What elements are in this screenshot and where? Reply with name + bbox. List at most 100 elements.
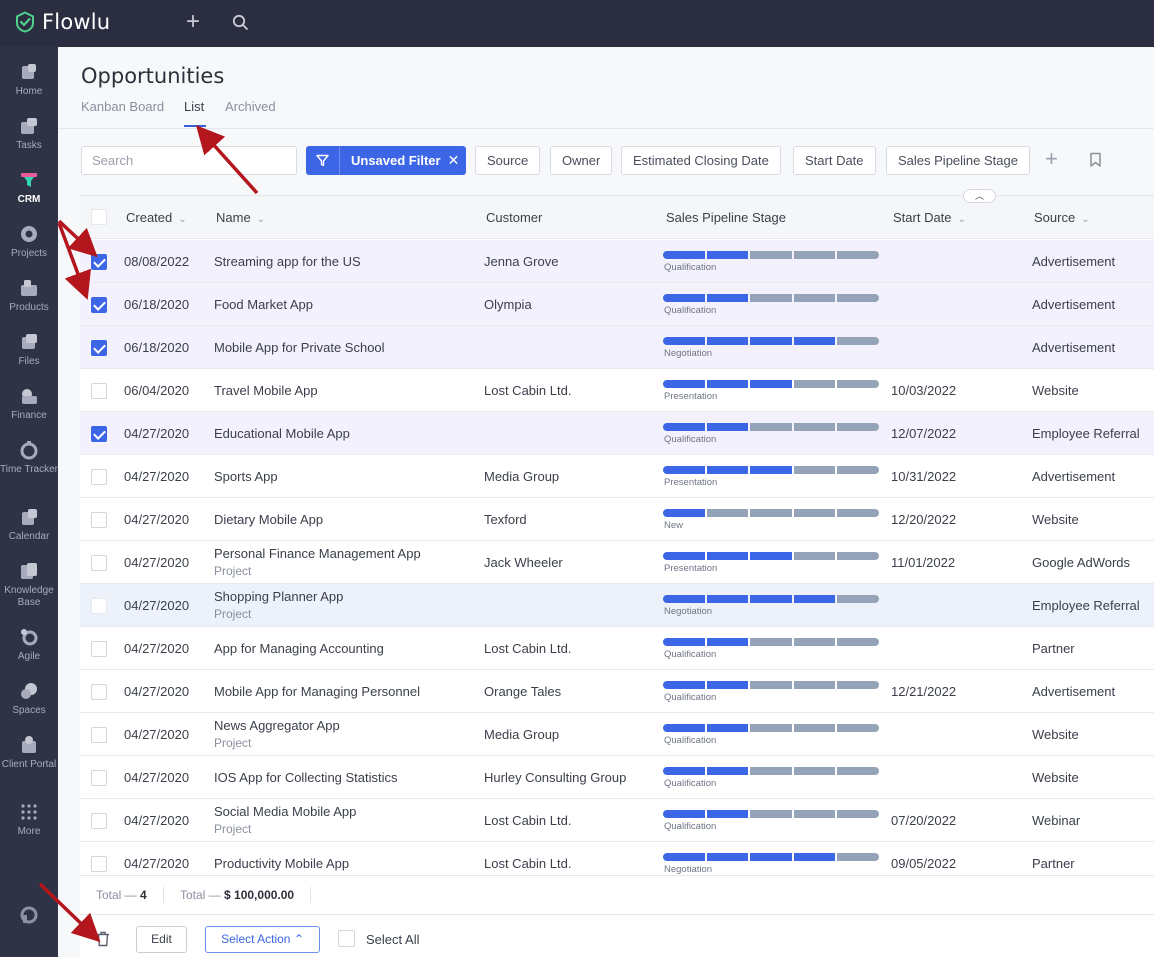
opportunity-name-text: Streaming app for the US: [214, 254, 361, 269]
tab-list[interactable]: List: [184, 99, 204, 114]
row-checkbox[interactable]: [91, 340, 107, 356]
pipeline-stage-label: Presentation: [664, 477, 718, 488]
column-created[interactable]: Created ⌄: [126, 210, 187, 225]
table-header: Created ⌄ Name ⌄ Customer Sales Pipeline S…: [80, 196, 1154, 239]
trash-icon[interactable]: [96, 931, 110, 947]
row-checkbox[interactable]: [91, 727, 107, 743]
sidebar-item-calendar[interactable]: Calendar: [0, 507, 58, 543]
column-sales-pipeline-stage[interactable]: Sales Pipeline Stage: [666, 210, 786, 225]
pipeline-segment: [793, 294, 836, 302]
column-start-date[interactable]: Start Date ⌄: [893, 210, 966, 225]
opportunity-name[interactable]: App for Managing Accounting: [214, 641, 384, 656]
pipeline-segment: [837, 380, 879, 388]
opportunity-name[interactable]: Streaming app for the US: [214, 254, 361, 269]
pipeline-stage-label: New: [664, 520, 684, 531]
row-checkbox[interactable]: [91, 813, 107, 829]
row-checkbox[interactable]: [91, 469, 107, 485]
table-row[interactable]: 08/08/2022 Streaming app for the US Jenna …: [80, 240, 1154, 283]
table-row[interactable]: 06/18/2020 Mobile App for Private School N…: [80, 326, 1154, 369]
opportunity-name[interactable]: IOS App for Collecting Statistics: [214, 770, 398, 785]
opportunity-name[interactable]: Shopping Planner App Project: [214, 589, 343, 621]
row-checkbox[interactable]: [91, 684, 107, 700]
row-checkbox[interactable]: [91, 297, 107, 313]
opportunity-name[interactable]: Dietary Mobile App: [214, 512, 323, 527]
sidebar-item-more[interactable]: More: [0, 802, 58, 838]
opportunity-name[interactable]: Productivity Mobile App: [214, 856, 349, 871]
select-action-dropdown[interactable]: Select Action ⌃: [205, 926, 320, 953]
row-checkbox[interactable]: [91, 770, 107, 786]
opportunity-name[interactable]: News Aggregator App Project: [214, 718, 340, 750]
sidebar-item-projects[interactable]: Projects: [0, 224, 58, 260]
column-customer[interactable]: Customer: [486, 210, 542, 225]
sidebar-item-home[interactable]: Home: [0, 62, 58, 98]
select-all-rows-checkbox[interactable]: [91, 209, 107, 225]
opportunity-name[interactable]: Social Media Mobile App Project: [214, 804, 356, 836]
table-row[interactable]: 04/27/2020 Mobile App for Managing Person…: [80, 670, 1154, 713]
sidebar-item-crm[interactable]: CRM: [0, 170, 58, 206]
table-row[interactable]: 04/27/2020 Social Media Mobile App Project…: [80, 799, 1154, 842]
sidebar-help[interactable]: [0, 905, 58, 929]
column-name[interactable]: Name ⌄: [216, 210, 265, 225]
row-checkbox[interactable]: [91, 641, 107, 657]
table-row[interactable]: 04/27/2020 Shopping Planner App Project Neg…: [80, 584, 1154, 627]
filter-chip-owner[interactable]: Owner: [550, 146, 613, 175]
table-row[interactable]: 04/27/2020 Dietary Mobile App Texford New 12…: [80, 498, 1154, 541]
opportunity-name[interactable]: Food Market App: [214, 297, 313, 312]
table-row[interactable]: 04/27/2020 IOS App for Collecting Statist…: [80, 756, 1154, 799]
table-row[interactable]: 04/27/2020 Productivity Mobile App Lost Ca…: [80, 842, 1154, 875]
filter-chip-sales-pipeline-stage[interactable]: Sales Pipeline Stage: [886, 146, 1030, 175]
pipeline-segment: [837, 552, 879, 560]
search-input[interactable]: Search: [81, 146, 297, 175]
row-checkbox[interactable]: [91, 254, 107, 270]
sidebar-item-finance[interactable]: Finance: [0, 386, 58, 422]
total-count: Total — 4: [96, 888, 147, 902]
table-row[interactable]: 04/27/2020 News Aggregator App Project Medi…: [80, 713, 1154, 756]
sidebar-item-client-portal[interactable]: Client Portal: [0, 735, 58, 771]
row-checkbox[interactable]: [91, 598, 107, 614]
column-source[interactable]: Source ⌄: [1034, 210, 1090, 225]
opportunity-name[interactable]: Mobile App for Managing Personnel: [214, 684, 420, 699]
table-row[interactable]: 06/04/2020 Travel Mobile App Lost Cabin Lt…: [80, 369, 1154, 412]
filter-chip-start-date[interactable]: Start Date: [793, 146, 876, 175]
create-plus-icon[interactable]: +: [186, 10, 200, 34]
select-all-label[interactable]: Select All: [366, 932, 419, 947]
app-logo[interactable]: Flowlu: [14, 10, 110, 34]
search-icon[interactable]: [232, 14, 249, 31]
pipeline-segment: [837, 466, 879, 474]
sidebar-item-spaces[interactable]: Spaces: [0, 681, 58, 717]
unsaved-filter-button[interactable]: Unsaved Filter ✕: [306, 146, 466, 175]
table-row[interactable]: 04/27/2020 Educational Mobile App Qualific…: [80, 412, 1154, 455]
sidebar-item-label: Calendar: [8, 531, 50, 542]
sidebar-item-time-tracker[interactable]: Time Tracker: [0, 440, 58, 476]
tab-archived[interactable]: Archived: [225, 99, 276, 114]
edit-button[interactable]: Edit: [136, 926, 187, 953]
opportunity-name[interactable]: Personal Finance Management App Project: [214, 546, 421, 578]
filter-chip-estimated-closing-date[interactable]: Estimated Closing Date: [621, 146, 781, 175]
select-all-checkbox[interactable]: [338, 930, 355, 947]
row-checkbox[interactable]: [91, 383, 107, 399]
row-checkbox[interactable]: [91, 856, 107, 872]
sidebar-item-tasks[interactable]: Tasks: [0, 116, 58, 152]
table-row[interactable]: 06/18/2020 Food Market App Olympia Qualific…: [80, 283, 1154, 326]
table-row[interactable]: 04/27/2020 Personal Finance Management Ap…: [80, 541, 1154, 584]
sidebar-item-files[interactable]: Files: [0, 332, 58, 368]
clear-filter-close-icon[interactable]: ✕: [448, 152, 460, 169]
filter-chip-source[interactable]: Source: [475, 146, 541, 175]
sidebar-item-products[interactable]: Products: [0, 278, 58, 314]
collapse-toggle[interactable]: ︿: [963, 189, 996, 203]
add-filter-plus-icon[interactable]: +: [1045, 148, 1058, 170]
opportunity-name[interactable]: Sports App: [214, 469, 278, 484]
table-row[interactable]: 04/27/2020 Sports App Media Group Presentat…: [80, 455, 1154, 498]
table-row[interactable]: 04/27/2020 App for Managing Accounting Los…: [80, 627, 1154, 670]
opportunity-name[interactable]: Mobile App for Private School: [214, 340, 385, 355]
opportunity-name[interactable]: Travel Mobile App: [214, 383, 318, 398]
chevron-up-icon: ︿: [974, 191, 984, 201]
row-checkbox[interactable]: [91, 555, 107, 571]
sidebar-item-knowledge-base[interactable]: Knowledge Base: [0, 561, 58, 609]
bookmark-icon[interactable]: [1089, 152, 1102, 168]
row-checkbox[interactable]: [91, 512, 107, 528]
sidebar-item-agile[interactable]: Agile: [0, 627, 58, 663]
opportunity-name[interactable]: Educational Mobile App: [214, 426, 350, 441]
tab-kanban-board[interactable]: Kanban Board: [81, 99, 164, 114]
row-checkbox[interactable]: [91, 426, 107, 442]
